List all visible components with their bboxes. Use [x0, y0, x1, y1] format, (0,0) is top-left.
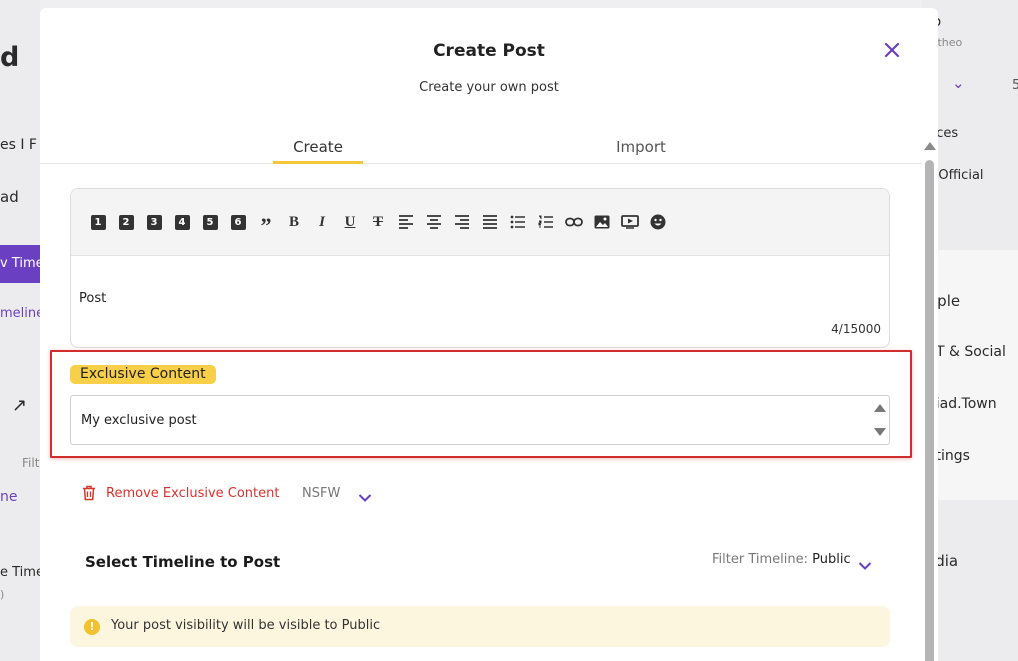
- bg-text: riad.Town: [930, 396, 997, 412]
- heading-1-glyph: 1: [90, 214, 106, 230]
- chevron-down-icon[interactable]: [858, 556, 872, 570]
- bg-text: v Time: [0, 256, 40, 271]
- align-right-icon[interactable]: [453, 213, 471, 231]
- heading-2-icon[interactable]: 2: [117, 213, 135, 231]
- exclusive-content-label: Exclusive Content: [70, 365, 216, 384]
- chevron-down-icon: ⌄: [952, 74, 965, 92]
- visibility-notice: ! Your post visibility will be visible t…: [70, 606, 890, 647]
- bg-text: d: [0, 42, 20, 73]
- tab-import[interactable]: Import: [596, 138, 686, 156]
- heading-3-icon[interactable]: 3: [145, 213, 163, 231]
- modal-title: Create Post: [433, 41, 545, 61]
- exclusive-content-input[interactable]: My exclusive post: [70, 395, 890, 445]
- numbered-list-icon[interactable]: [537, 213, 555, 231]
- post-editor: 1 2 3 4 5 6 ” B I U T Post 4/15000: [70, 188, 890, 348]
- post-tabs: Create Import: [40, 136, 922, 164]
- image-icon[interactable]: [593, 213, 611, 231]
- heading-5-icon[interactable]: 5: [201, 213, 219, 231]
- bg-text: ad: [0, 188, 19, 206]
- remove-exclusive-content-button[interactable]: Remove Exclusive Content: [82, 484, 279, 502]
- scroll-up-arrow-icon[interactable]: [924, 142, 936, 150]
- quote-icon[interactable]: ”: [257, 213, 275, 238]
- heading-2-glyph: 2: [118, 214, 134, 230]
- scroll-down-arrow-icon[interactable]: [874, 428, 886, 436]
- chevron-down-icon[interactable]: [358, 488, 372, 502]
- editor-toolbar: 1 2 3 4 5 6 ” B I U T: [71, 189, 889, 256]
- video-icon[interactable]: [621, 213, 639, 231]
- close-icon[interactable]: [882, 40, 902, 60]
- align-justify-icon[interactable]: [481, 213, 499, 231]
- heading-6-glyph: 6: [230, 214, 246, 230]
- filter-timeline-value: Public: [812, 552, 851, 567]
- exclusive-content-value: My exclusive post: [81, 413, 197, 428]
- bg-text: 5: [1012, 78, 1018, 93]
- bullet-list-icon[interactable]: [509, 213, 527, 231]
- strikethrough-glyph: T: [372, 213, 383, 230]
- info-icon: !: [84, 619, 100, 635]
- bg-text: ): [0, 588, 5, 601]
- visibility-notice-text: Your post visibility will be visible to …: [111, 618, 381, 633]
- heading-4-icon[interactable]: 4: [173, 213, 191, 231]
- bg-text: e Timel: [0, 565, 40, 580]
- underline-icon[interactable]: U: [341, 213, 359, 231]
- emoji-icon[interactable]: [649, 213, 667, 231]
- italic-icon[interactable]: I: [313, 213, 331, 231]
- bg-text: Filt: [22, 456, 40, 470]
- scroll-up-arrow-icon[interactable]: [874, 404, 886, 412]
- character-counter: 4/15000: [831, 322, 881, 336]
- bg-text: ne: [0, 489, 18, 505]
- heading-1-icon[interactable]: 1: [89, 213, 107, 231]
- strikethrough-icon[interactable]: T: [369, 213, 387, 231]
- heading-6-icon[interactable]: 6: [229, 213, 247, 231]
- align-center-icon[interactable]: [425, 213, 443, 231]
- bg-text: es I F: [0, 137, 37, 153]
- bg-timeline-button: v Time: [0, 245, 40, 283]
- bold-icon[interactable]: B: [285, 213, 303, 231]
- modal-subtitle: Create your own post: [419, 80, 559, 95]
- quote-glyph: ”: [260, 213, 272, 238]
- heading-4-glyph: 4: [174, 214, 190, 230]
- underline-glyph: U: [344, 213, 356, 230]
- nsfw-selector[interactable]: NSFW: [302, 486, 340, 501]
- italic-glyph: I: [319, 213, 325, 230]
- scrollbar-thumb[interactable]: [925, 160, 934, 661]
- heading-3-glyph: 3: [146, 214, 162, 230]
- select-timeline-title: Select Timeline to Post: [85, 553, 281, 571]
- align-left-icon[interactable]: [397, 213, 415, 231]
- filter-timeline-label: Filter Timeline:: [712, 552, 808, 567]
- bold-glyph: B: [288, 213, 299, 230]
- editor-content[interactable]: Post: [79, 291, 106, 306]
- create-post-modal: Create Post Create your own post Create …: [40, 8, 938, 661]
- link-icon[interactable]: [565, 213, 583, 231]
- bg-text: T & Social: [936, 344, 1006, 360]
- heading-5-glyph: 5: [202, 214, 218, 230]
- remove-exclusive-content-label: Remove Exclusive Content: [106, 485, 280, 501]
- tab-create[interactable]: Create: [273, 138, 363, 164]
- trash-icon: [83, 485, 95, 501]
- trending-icon: ↗: [12, 395, 28, 416]
- background-left-column: d es I F ad v Time meline ↗ Filt ne e Ti…: [0, 0, 40, 661]
- filter-timeline-dropdown[interactable]: Filter Timeline: Public: [712, 552, 851, 567]
- bg-text: meline: [0, 306, 40, 321]
